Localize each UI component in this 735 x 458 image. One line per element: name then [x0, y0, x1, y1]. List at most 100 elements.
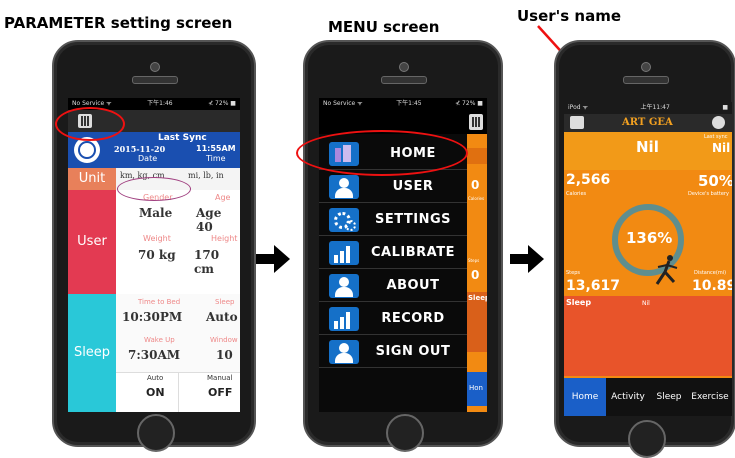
record-chart-icon: [329, 306, 359, 331]
weight-label: Weight: [143, 234, 171, 243]
auto-label: Auto: [147, 374, 164, 382]
menu-item-calibrate[interactable]: CALIBRATE: [319, 237, 467, 269]
menu-item-record[interactable]: RECORD: [319, 303, 467, 335]
weight-value[interactable]: 70 kg: [138, 248, 176, 262]
sync-time-value: 11:55AM: [196, 144, 236, 153]
caption-parameter: PARAMETER setting screen: [4, 14, 233, 32]
menu-label: USER: [392, 179, 434, 194]
calories-label: Calories: [566, 191, 587, 197]
last-sync-label: Last sync: [704, 134, 728, 140]
highlight-home-item: [296, 130, 468, 176]
calories-value: 2,566: [566, 172, 611, 188]
menu-label: SIGN OUT: [375, 344, 451, 359]
menu-label: RECORD: [381, 311, 445, 326]
phone-menu: No Service ᯤ 下午1:45 ⊀ 72% ■ 0 Calories S…: [303, 40, 503, 452]
sync-date-label: Date: [138, 154, 158, 163]
status-bar: iPod ᯤ 上午11:47 ■: [564, 102, 732, 114]
window-label: Window: [210, 336, 238, 344]
home-button[interactable]: [386, 414, 424, 452]
home-button[interactable]: [628, 420, 666, 458]
auto-toggle[interactable]: ON: [146, 386, 165, 399]
status-carrier: iPod ᯤ: [568, 104, 588, 111]
preview-home-tab: Hon: [469, 384, 483, 392]
sleep-mode-value[interactable]: Auto: [206, 310, 238, 324]
about-user-icon: [329, 273, 359, 298]
age-label: Age: [215, 193, 231, 202]
status-battery: ⊀ 72% ■: [208, 100, 236, 107]
camera-icon: [399, 62, 409, 72]
steps-value: 13,617: [566, 278, 621, 294]
goal-percent: 136%: [626, 229, 673, 247]
sleep-label: Sleep: [566, 298, 592, 307]
status-time: 下午1:45: [396, 100, 422, 107]
settings-gear-icon: [329, 207, 359, 232]
phone-home: iPod ᯤ 上午11:47 ■ ART GEA Nil Last sync N…: [554, 40, 735, 458]
menu-item-settings[interactable]: SETTINGS: [319, 204, 467, 236]
preview-calories-label: Calories: [468, 196, 485, 201]
height-value[interactable]: 170 cm: [194, 248, 240, 276]
window-value[interactable]: 10: [216, 348, 233, 362]
menu-item-about[interactable]: ABOUT: [319, 270, 467, 302]
caption-menu: MENU screen: [328, 18, 440, 36]
user-icon: [329, 174, 359, 199]
wake-up-value[interactable]: 7:30AM: [128, 348, 180, 362]
sync-date-value: 2015-11-20: [114, 144, 166, 154]
speaker-icon: [381, 76, 427, 84]
speaker-icon: [132, 76, 178, 84]
tab-home[interactable]: Home: [564, 378, 606, 416]
home-preview-strip: 0 Calories Steps 0 Sleep Hon: [467, 134, 487, 412]
menu-button[interactable]: [570, 116, 584, 129]
sleep-value: Nil: [642, 300, 650, 307]
sync-icon[interactable]: [712, 116, 725, 129]
status-bar: No Service ᯤ 下午1:45 ⊀ 72% ■: [319, 98, 487, 110]
distance-label: Distance(mi): [694, 270, 727, 276]
bed-time-value[interactable]: 10:30PM: [122, 310, 182, 324]
unit-imperial-option[interactable]: mi, lb, in: [188, 171, 224, 180]
category-unit[interactable]: Unit: [68, 168, 116, 190]
home-button[interactable]: [137, 414, 175, 452]
camera-icon: [150, 62, 160, 72]
username-title: ART GEA: [622, 117, 673, 128]
steps-label: Steps: [566, 270, 580, 276]
speaker-icon: [623, 76, 669, 84]
height-label: Height: [211, 234, 238, 243]
category-sleep[interactable]: Sleep: [68, 294, 116, 412]
camera-icon: [641, 62, 651, 72]
manual-toggle[interactable]: OFF: [208, 386, 232, 399]
battery-label: Device's battery: [688, 191, 729, 197]
menu-item-sign-out[interactable]: SIGN OUT: [319, 336, 467, 368]
calibrate-chart-icon: [329, 240, 359, 265]
preview-steps-label: Steps: [468, 258, 480, 263]
tab-exercise[interactable]: Exercise: [688, 378, 732, 416]
age-value[interactable]: Age 40: [196, 206, 240, 234]
sync-time-label: Time: [206, 154, 226, 163]
highlight-unit-option: [117, 177, 191, 201]
menu-label: ABOUT: [386, 278, 440, 293]
screen-parameter: No Service ᯤ 下午1:46 ⊀ 72% ■ Last Sync 20…: [68, 98, 240, 412]
status-time: 上午11:47: [640, 104, 670, 111]
tab-sleep[interactable]: Sleep: [650, 378, 688, 416]
summary-value: Nil: [636, 138, 659, 156]
category-user[interactable]: User: [68, 190, 116, 294]
menu-button[interactable]: [469, 114, 483, 130]
status-carrier: No Service ᯤ: [323, 100, 363, 107]
gender-value[interactable]: Male: [139, 206, 172, 220]
battery-value: 50%: [698, 172, 732, 190]
sign-out-user-icon: [329, 339, 359, 364]
status-battery: ■: [722, 104, 728, 111]
distance-value: 10.89: [692, 278, 732, 294]
last-sync-value: Nil: [712, 141, 731, 155]
runner-icon: [655, 255, 678, 285]
screen-home: iPod ᯤ 上午11:47 ■ ART GEA Nil Last sync N…: [564, 102, 732, 416]
tab-activity[interactable]: Activity: [606, 378, 650, 416]
sleep-mode-label: Sleep: [215, 298, 235, 306]
menu-label: CALIBRATE: [371, 245, 455, 260]
preview-calories-value: 0: [471, 178, 480, 192]
bed-time-label: Time to Bed: [138, 298, 181, 306]
preview-steps-value: 0: [471, 268, 480, 282]
right-arrow-icon: [256, 245, 290, 273]
wake-up-label: Wake Up: [144, 336, 175, 344]
settings-body: Unit User Sleep km, kg, cm mi, lb, in Ge…: [68, 168, 240, 412]
right-arrow-icon: [510, 245, 544, 273]
highlight-menu-button: [55, 107, 125, 141]
